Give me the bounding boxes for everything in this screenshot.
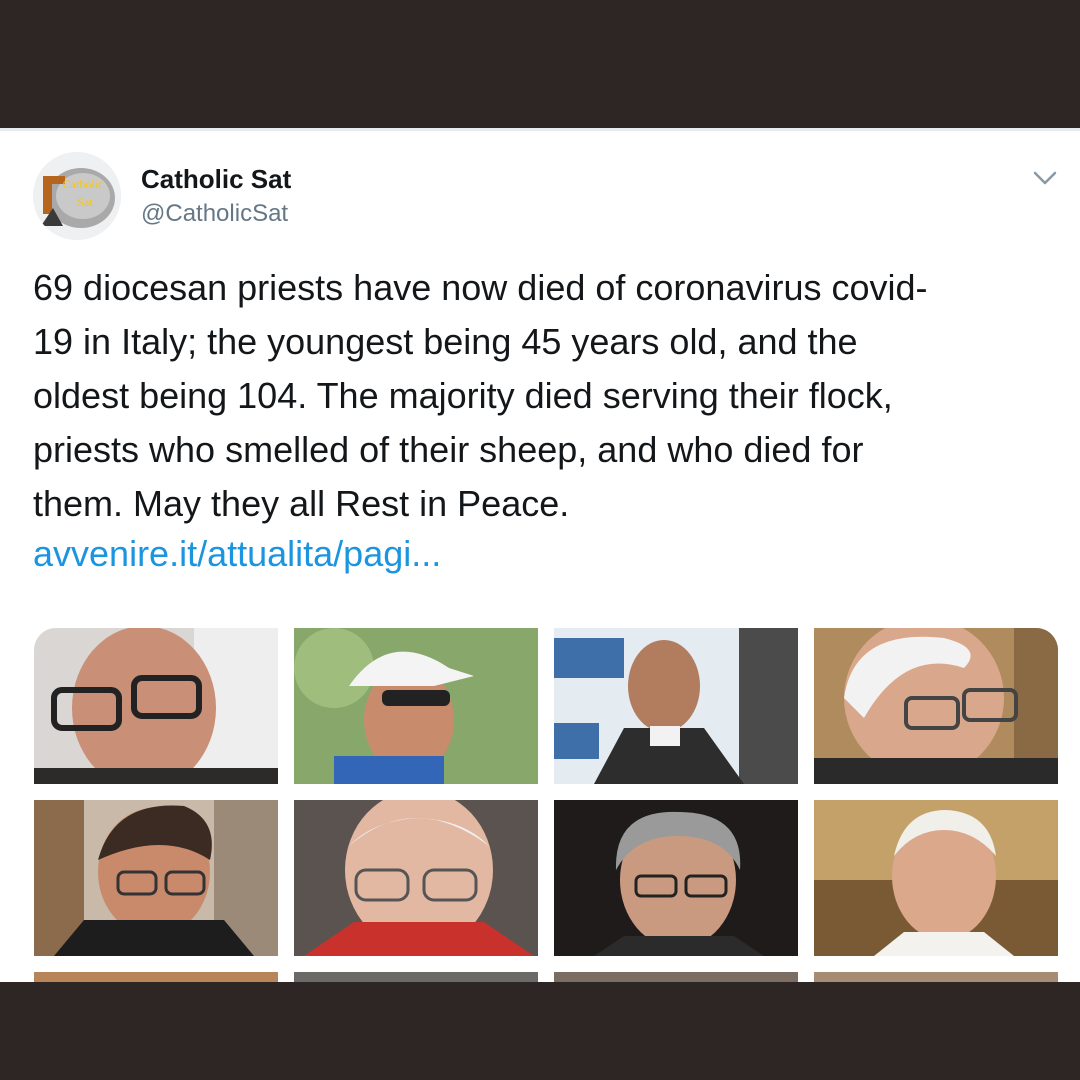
chevron-down-icon[interactable] <box>1030 166 1060 190</box>
profile-avatar[interactable]: Catholic Sat <box>33 152 121 240</box>
satellite-dish-logo: Catholic Sat <box>33 152 121 240</box>
priest-photo-8[interactable] <box>814 800 1058 956</box>
priest-photo-5[interactable] <box>34 800 278 956</box>
card-top-edge <box>0 128 1080 131</box>
priest-photo-6[interactable] <box>294 800 538 956</box>
logo-text-1: Catholic <box>63 177 104 191</box>
priest-photo-2[interactable] <box>294 628 538 784</box>
tweet-link[interactable]: avvenire.it/attualita/pagi... <box>33 527 441 581</box>
tweet-card: Catholic Sat Catholic Sat @CatholicSat 6… <box>0 128 1080 982</box>
display-name[interactable]: Catholic Sat <box>141 164 291 195</box>
priest-photo-3[interactable] <box>554 628 798 784</box>
user-handle[interactable]: @CatholicSat <box>141 200 288 228</box>
top-frame-band <box>0 0 1080 128</box>
priest-photo-4[interactable] <box>814 628 1058 784</box>
bottom-frame-band <box>0 982 1080 1080</box>
photo-strip-1 <box>34 972 278 982</box>
priest-photo-7[interactable] <box>554 800 798 956</box>
media-grid <box>34 628 1058 982</box>
photo-strip-4 <box>814 972 1058 982</box>
logo-text-2: Sat <box>77 195 93 209</box>
priest-photo-1[interactable] <box>34 628 278 784</box>
tweet-text: 69 diocesan priests have now died of cor… <box>33 267 928 524</box>
photo-strip-3 <box>554 972 798 982</box>
photo-strip-2 <box>294 972 538 982</box>
